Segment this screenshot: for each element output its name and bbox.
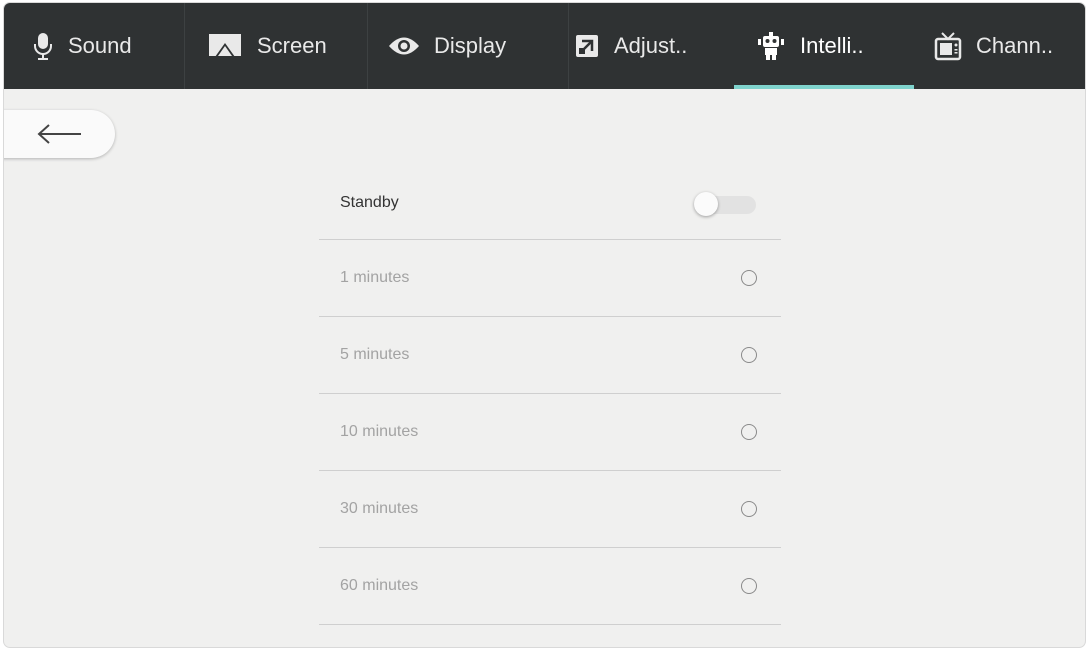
settings-window: Sound Screen Display Adjust.. Intelli.. …	[4, 3, 1085, 647]
option-radio[interactable]	[741, 347, 757, 363]
option-label: 1 minutes	[340, 269, 410, 286]
cast-screen-icon	[207, 31, 243, 61]
standby-toggle[interactable]	[694, 192, 760, 216]
tab-display[interactable]: Display	[368, 3, 569, 89]
standby-label: Standby	[340, 193, 399, 211]
robot-icon	[756, 31, 786, 61]
option-label: 60 minutes	[340, 577, 419, 594]
tab-bar: Sound Screen Display Adjust.. Intelli.. …	[4, 3, 1085, 89]
option-label: 10 minutes	[340, 423, 419, 440]
option-radio[interactable]	[741, 578, 757, 594]
arrow-left-icon	[35, 123, 83, 145]
back-button[interactable]	[4, 110, 115, 158]
tab-intelligent-label: Intelli..	[800, 33, 864, 58]
option-radio[interactable]	[741, 424, 757, 440]
tab-screen-label: Screen	[257, 33, 327, 58]
toggle-knob	[694, 192, 718, 216]
option-row[interactable]: 5 minutes	[319, 317, 781, 394]
tab-sound[interactable]: Sound	[4, 3, 185, 89]
tab-sound-label: Sound	[68, 33, 132, 58]
option-radio[interactable]	[741, 270, 757, 286]
tab-intelligent[interactable]: Intelli..	[734, 3, 914, 89]
tab-adjust[interactable]: Adjust..	[569, 3, 734, 89]
option-label: 5 minutes	[340, 346, 410, 363]
microphone-icon	[32, 31, 54, 61]
standby-settings-list: Standby 1 minutes 5 minutes 10 minutes 3…	[319, 166, 781, 625]
option-row[interactable]: 30 minutes	[319, 471, 781, 548]
option-label: 30 minutes	[340, 500, 419, 517]
option-radio[interactable]	[741, 501, 757, 517]
tab-screen[interactable]: Screen	[185, 3, 368, 89]
tab-channel[interactable]: Chann..	[914, 3, 1085, 89]
option-row[interactable]: 10 minutes	[319, 394, 781, 471]
option-row[interactable]: 1 minutes	[319, 240, 781, 317]
tv-icon	[934, 31, 962, 61]
tab-display-label: Display	[434, 33, 507, 58]
tab-channel-label: Chann..	[976, 33, 1054, 58]
standby-row: Standby	[319, 166, 781, 240]
option-row[interactable]: 60 minutes	[319, 548, 781, 625]
adjust-icon	[574, 33, 600, 59]
eye-icon	[388, 35, 420, 57]
tab-adjust-label: Adjust..	[614, 33, 688, 58]
